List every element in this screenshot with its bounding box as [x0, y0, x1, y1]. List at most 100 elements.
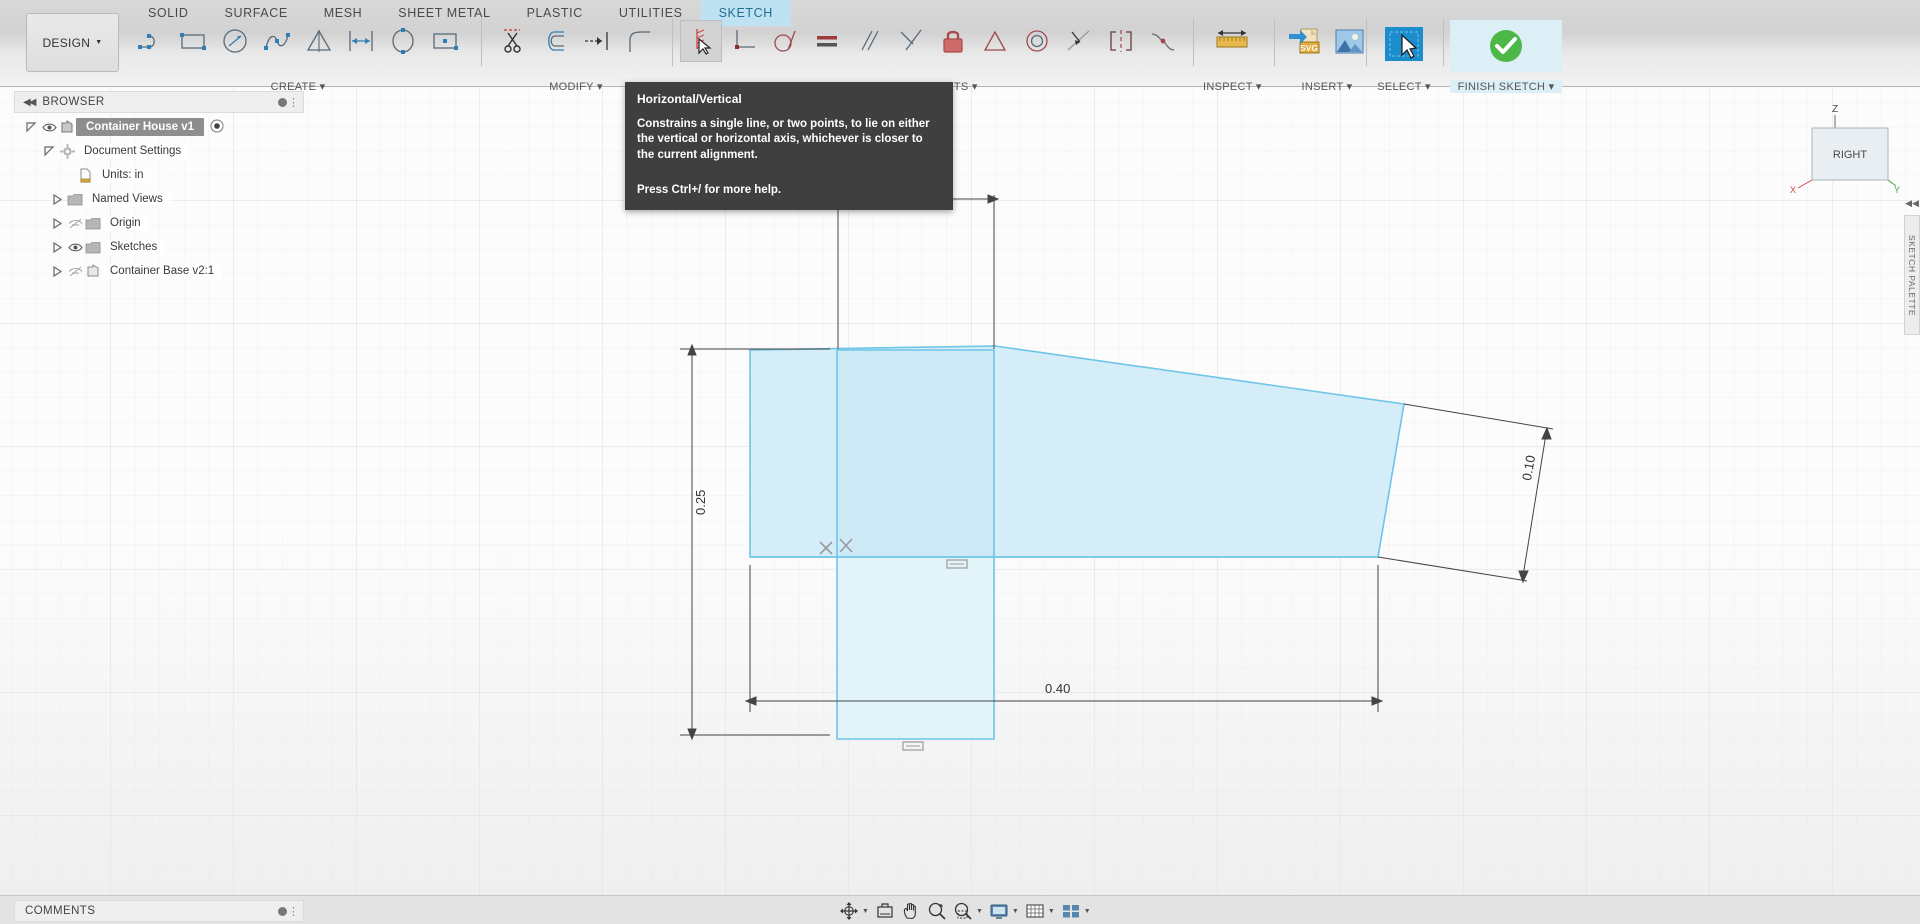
- tree-item-container-house[interactable]: Container House v1: [14, 115, 314, 139]
- chevron-down-icon[interactable]: ▼: [1084, 908, 1091, 915]
- select-window-icon[interactable]: [1373, 20, 1435, 70]
- viewports-icon[interactable]: ▼: [1058, 899, 1094, 923]
- eye-hidden-icon[interactable]: [66, 262, 84, 280]
- browser-title: BROWSER: [42, 96, 105, 108]
- spline-icon[interactable]: [256, 20, 298, 62]
- workspace-switcher-button[interactable]: DESIGN ▼: [26, 13, 119, 72]
- perpendicular-icon[interactable]: [890, 20, 932, 62]
- units-doc-icon: [76, 166, 94, 184]
- constraint-tooltip: Horizontal/Vertical Constrains a single …: [625, 82, 953, 210]
- finish-sketch-check-icon[interactable]: [1450, 20, 1562, 72]
- horizontal-vertical-icon[interactable]: [680, 20, 722, 62]
- rectangle-icon[interactable]: [172, 20, 214, 62]
- expander-collapsed-icon[interactable]: [48, 262, 66, 280]
- tree-label: Units: in: [94, 167, 152, 183]
- tangent-icon[interactable]: [764, 20, 806, 62]
- cursor-arrow-icon: [698, 37, 712, 55]
- collinear-icon[interactable]: [1058, 20, 1100, 62]
- expander-expanded-icon[interactable]: [22, 118, 40, 136]
- gear-icon: [58, 142, 76, 160]
- offset-curve-icon[interactable]: [534, 20, 576, 62]
- sketch-palette-tab[interactable]: SKETCH PALETTE: [1904, 215, 1920, 335]
- grid-snaps-icon[interactable]: ▼: [1022, 899, 1058, 923]
- viewcube[interactable]: Z RIGHT X Y: [1790, 100, 1900, 195]
- inspect-group: INSPECT ▾: [1203, 20, 1261, 93]
- chevron-down-icon[interactable]: ▼: [1012, 908, 1019, 915]
- activate-radio-icon[interactable]: [210, 119, 224, 136]
- concentric-icon[interactable]: [1016, 20, 1058, 62]
- comments-panel[interactable]: COMMENTS ⋮: [14, 900, 304, 922]
- toolbar-divider-1: [481, 18, 482, 66]
- equal-icon[interactable]: [806, 20, 848, 62]
- parallel-icon[interactable]: [848, 20, 890, 62]
- height-dimension-label[interactable]: 0.25: [693, 490, 708, 515]
- trim-icon[interactable]: [492, 20, 534, 62]
- expander-collapsed-icon[interactable]: [48, 190, 66, 208]
- tree-item-sketches[interactable]: Sketches: [14, 235, 314, 259]
- expander-collapsed-icon[interactable]: [48, 214, 66, 232]
- comments-pin-icon[interactable]: [278, 906, 287, 916]
- line-icon[interactable]: [130, 20, 172, 62]
- viewcube-y-axis-label: Y: [1894, 185, 1900, 195]
- tree-item-named-views[interactable]: Named Views: [14, 187, 314, 211]
- curvature-icon[interactable]: [1142, 20, 1184, 62]
- coincident-icon[interactable]: [722, 20, 764, 62]
- symmetry-icon[interactable]: [1100, 20, 1142, 62]
- eye-visible-icon[interactable]: [40, 118, 58, 136]
- width-dimension-label[interactable]: 0.40: [1045, 681, 1070, 696]
- pan-look-at-icon[interactable]: [872, 899, 898, 923]
- comments-resize-handle[interactable]: ⋮: [288, 905, 299, 918]
- toolbar-divider-2: [672, 18, 673, 66]
- eye-visible-icon[interactable]: [66, 238, 84, 256]
- tree-label: Container House v1: [76, 118, 204, 136]
- toolbar-divider-5: [1366, 18, 1367, 66]
- chevron-down-icon[interactable]: ▼: [976, 908, 983, 915]
- tooltip-body: Constrains a single line, or two points,…: [637, 118, 930, 161]
- tree-label: Origin: [102, 215, 149, 231]
- midpoint-icon[interactable]: [974, 20, 1016, 62]
- tree-item-origin[interactable]: Origin: [14, 211, 314, 235]
- display-settings-icon[interactable]: ▼: [986, 899, 1022, 923]
- inspect-group-label[interactable]: INSPECT ▾: [1203, 80, 1261, 93]
- component-icon: [84, 262, 102, 280]
- chevron-down-icon[interactable]: ▼: [862, 908, 869, 915]
- zoom-fit-icon[interactable]: [924, 899, 950, 923]
- viewcube-graphic[interactable]: Z RIGHT X Y: [1790, 100, 1900, 195]
- tree-item-units[interactable]: Units: in: [14, 163, 314, 187]
- tree-item-container-base[interactable]: Container Base v2:1: [14, 259, 314, 283]
- mirror-icon[interactable]: [298, 20, 340, 62]
- browser-pin-icon[interactable]: [278, 97, 287, 107]
- expander-expanded-icon[interactable]: [40, 142, 58, 160]
- create-group-label[interactable]: CREATE ▾: [130, 80, 466, 93]
- browser-collapse-icon[interactable]: ◀◀: [15, 97, 42, 108]
- fillet-icon[interactable]: [618, 20, 660, 62]
- insert-group-label[interactable]: INSERT ▾: [1283, 80, 1371, 93]
- insert-image-icon[interactable]: [1327, 20, 1371, 62]
- component-icon: [58, 118, 76, 136]
- insert-svg-icon[interactable]: SVG: [1283, 20, 1327, 62]
- folder-icon: [84, 238, 102, 256]
- select-group-label[interactable]: SELECT ▾: [1373, 80, 1435, 93]
- zoom-window-icon[interactable]: ▼: [950, 899, 986, 923]
- chevron-down-icon[interactable]: ▼: [1048, 908, 1055, 915]
- finish-sketch-group: FINISH SKETCH ▾: [1450, 20, 1562, 93]
- tree-item-document-settings[interactable]: Document Settings: [14, 139, 314, 163]
- offset-icon[interactable]: [340, 20, 382, 62]
- chevron-down-icon: ▼: [95, 39, 103, 46]
- expander-collapsed-icon[interactable]: [48, 238, 66, 256]
- finish-sketch-group-label[interactable]: FINISH SKETCH ▾: [1450, 80, 1562, 93]
- sketch-palette-expand-arrows[interactable]: ◀◀: [1904, 198, 1920, 209]
- measure-icon[interactable]: [1203, 20, 1261, 62]
- point-rectangle-icon[interactable]: [424, 20, 466, 62]
- circle-icon[interactable]: [214, 20, 256, 62]
- browser-resize-handle[interactable]: ⋮: [288, 96, 299, 109]
- workspace-switcher-label: DESIGN: [42, 35, 91, 50]
- orbit-icon[interactable]: ▼: [836, 899, 872, 923]
- extend-icon[interactable]: [576, 20, 618, 62]
- fix-lock-icon[interactable]: [932, 20, 974, 62]
- ellipse-icon[interactable]: [382, 20, 424, 62]
- tree-label: Named Views: [84, 191, 171, 207]
- tree-label: Sketches: [102, 239, 166, 255]
- eye-hidden-icon[interactable]: [66, 214, 84, 232]
- pan-hand-icon[interactable]: [898, 899, 924, 923]
